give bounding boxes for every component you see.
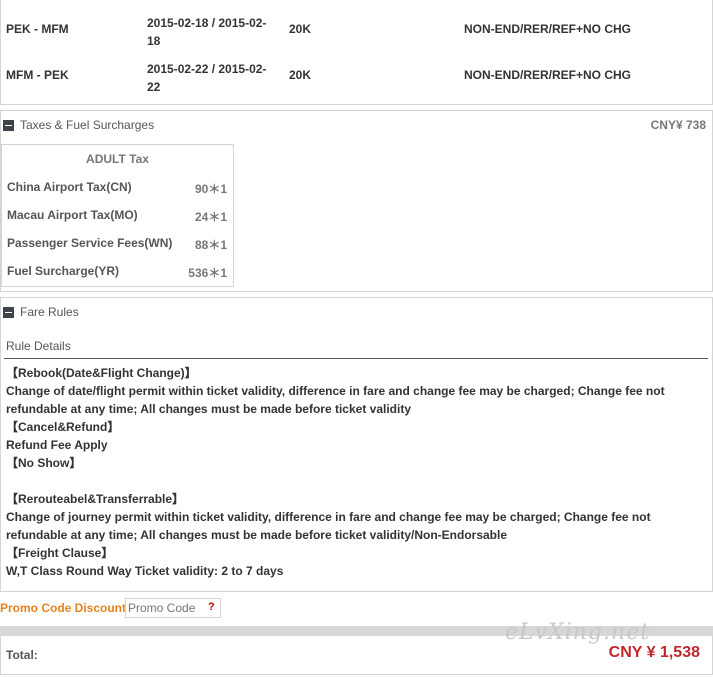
promo-help-icon[interactable]: ? (208, 601, 215, 613)
promo-code-label: Promo Code Discount (0, 601, 127, 615)
flight-dates: 2015-02-22 / 2015-02-22 (147, 62, 267, 94)
tax-row: Macau Airport Tax(MO) 24＊1 (2, 201, 233, 229)
taxes-panel: Taxes & Fuel Surcharges CNY¥ 738 ADULT T… (0, 110, 713, 292)
flight-dates: 2015-02-18 / 2015-02-18 (147, 16, 267, 48)
rule-line (6, 472, 696, 490)
total-amount: CNY ¥ 1,538 (608, 644, 700, 661)
flight-rule: NON-END/RER/REF+NO CHG (464, 22, 632, 36)
watermark: eLvXing.net (505, 620, 651, 645)
tax-value: 24＊1 (194, 210, 227, 224)
total-label: Total: (6, 648, 38, 662)
flight-baggage: 20K (289, 22, 312, 36)
taxes-amount: CNY¥ 738 (650, 118, 706, 132)
fare-rules-header[interactable]: Fare Rules (1, 298, 712, 326)
rule-line: Change of journey permit within ticket v… (6, 510, 651, 524)
adult-tax-table: ADULT Tax China Airport Tax(CN) 90＊1 Mac… (1, 144, 234, 287)
tax-row: Passenger Service Fees(WN) 88＊1 (2, 229, 233, 257)
rule-line: refundable at any time; All changes must… (6, 528, 508, 542)
tax-name: Passenger Service Fees(WN) (7, 236, 173, 250)
rule-line: refundable at any time; All changes must… (6, 402, 411, 416)
fare-rules-title: Fare Rules (20, 305, 79, 319)
flight-route: PEK - MFM (6, 22, 69, 36)
rule-line: Change of date/flight permit within tick… (6, 384, 665, 398)
promo-code-input[interactable] (125, 598, 221, 618)
flight-rule: NON-END/RER/REF+NO CHG (464, 68, 632, 82)
tax-name: China Airport Tax(CN) (7, 180, 132, 194)
flight-route: MFM - PEK (6, 68, 69, 82)
flight-row: MFM - PEK 2015-02-22 / 2015-02-22 20K NO… (1, 53, 712, 97)
flight-table: PEK - MFM 2015-02-18 / 2015-02-18 20K NO… (0, 0, 713, 105)
rule-line: Refund Fee Apply (6, 438, 108, 452)
rule-line: W,T Class Round Way Ticket validity: 2 t… (6, 564, 284, 578)
rule-line: 【Rebook(Date&Flight Change)】 (6, 366, 197, 380)
tax-value: 536＊1 (188, 266, 227, 280)
tax-name: Fuel Surcharge(YR) (7, 264, 120, 278)
rule-details-heading: Rule Details (6, 339, 71, 353)
divider (4, 358, 708, 359)
collapse-icon[interactable] (3, 120, 14, 131)
flight-baggage: 20K (289, 68, 312, 82)
tax-row: Fuel Surcharge(YR) 536＊1 (2, 257, 233, 285)
rule-details-text: 【Rebook(Date&Flight Change)】 Change of d… (6, 364, 696, 580)
rule-line: 【Freight Clause】 (6, 546, 114, 560)
tax-value: 90＊1 (194, 182, 227, 196)
tax-row: China Airport Tax(CN) 90＊1 (2, 173, 233, 201)
rule-line: 【Rerouteabel&Transferrable】 (6, 492, 185, 506)
fare-rules-panel: Fare Rules Rule Details 【Rebook(Date&Fli… (0, 297, 713, 592)
adult-tax-header: ADULT Tax (86, 152, 149, 166)
collapse-icon[interactable] (3, 307, 14, 318)
taxes-title: Taxes & Fuel Surcharges (20, 118, 155, 132)
taxes-header[interactable]: Taxes & Fuel Surcharges CNY¥ 738 (1, 111, 712, 139)
rule-line: 【No Show】 (6, 456, 82, 470)
rule-line: 【Cancel&Refund】 (6, 420, 120, 434)
flight-row: PEK - MFM 2015-02-18 / 2015-02-18 20K NO… (1, 7, 712, 51)
tax-value: 88＊1 (194, 238, 227, 252)
tax-name: Macau Airport Tax(MO) (7, 208, 138, 222)
